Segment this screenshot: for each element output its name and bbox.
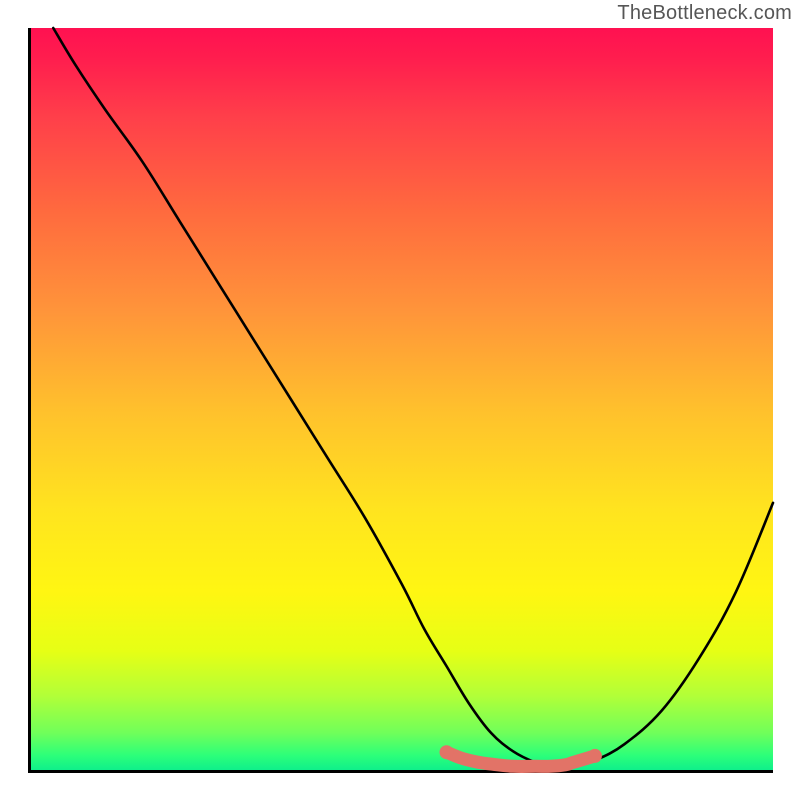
bottleneck-curve	[53, 28, 773, 767]
highlight-endpoint	[440, 745, 454, 759]
chart-overlay	[31, 28, 773, 770]
chart-canvas: TheBottleneck.com	[0, 0, 800, 800]
attribution-label: TheBottleneck.com	[617, 2, 792, 25]
plot-frame	[28, 28, 773, 773]
highlight-endpoint	[588, 749, 602, 763]
highlight-band	[447, 752, 595, 766]
